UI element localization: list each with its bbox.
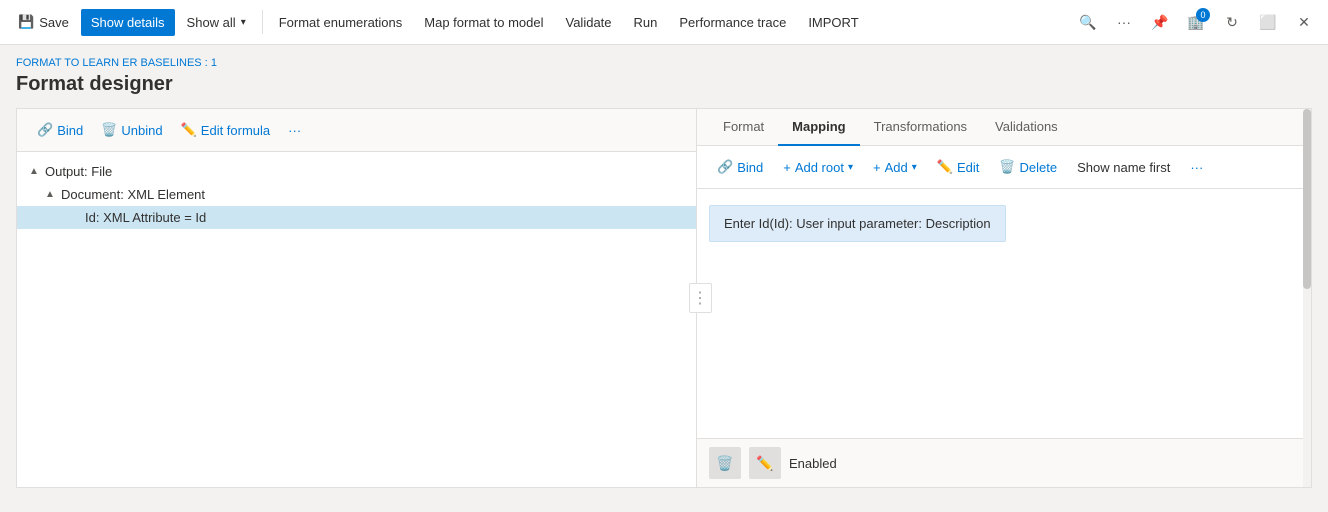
performance-trace-button[interactable]: Performance trace	[669, 9, 796, 36]
edit-formula-button[interactable]: ✏️ Edit formula	[173, 117, 279, 143]
add-root-chevron-icon: ▾	[848, 162, 853, 173]
collapse-arrow-icon: ▲	[29, 166, 41, 177]
plus-root-icon: +	[783, 160, 791, 175]
mapping-area: Enter Id(Id): User input parameter: Desc…	[697, 189, 1311, 438]
toolbar-right: 🔍 ··· 📌 🏢 0 ↻ ⬜ ✕	[1072, 6, 1320, 38]
pencil-icon: ✏️	[181, 122, 197, 138]
right-panel: Format Mapping Transformations Validatio…	[697, 109, 1311, 487]
save-icon: 💾	[18, 14, 34, 30]
main-layout: 🔗 Bind 🗑️ Unbind ✏️ Edit formula ···	[16, 108, 1312, 488]
plus-icon: +	[873, 160, 881, 175]
tree-item[interactable]: ▲ Document: XML Element	[17, 183, 696, 206]
edit-right-button[interactable]: ✏️ Edit	[929, 154, 988, 180]
add-button[interactable]: + Add ▾	[865, 155, 925, 180]
show-name-first-button[interactable]: Show name first	[1069, 155, 1178, 180]
format-enumerations-button[interactable]: Format enumerations	[269, 9, 413, 36]
scrollbar-thumb[interactable]	[1303, 109, 1311, 289]
add-root-button[interactable]: + Add root ▾	[775, 155, 861, 180]
left-more-button[interactable]: ···	[280, 118, 309, 143]
show-all-button[interactable]: Show all ▾	[177, 9, 256, 36]
panel-resize-handle[interactable]: ⋮	[689, 283, 712, 313]
tree-item-label: Output: File	[45, 164, 112, 179]
breadcrumb: FORMAT TO LEARN ER BASELINES : 1	[16, 57, 1312, 69]
bind-right-button[interactable]: 🔗 Bind	[709, 154, 771, 180]
pin-button[interactable]: 📌	[1144, 6, 1176, 38]
close-button[interactable]: ✕	[1288, 6, 1320, 38]
tree-item[interactable]: ▲ Output: File	[17, 160, 696, 183]
notification-badge: 0	[1196, 8, 1210, 22]
tab-format[interactable]: Format	[709, 109, 778, 146]
import-button[interactable]: IMPORT	[798, 9, 868, 36]
chevron-down-icon: ▾	[241, 17, 246, 28]
validate-button[interactable]: Validate	[556, 9, 622, 36]
pencil-bottom-icon: ✏️	[756, 455, 773, 472]
tab-mapping[interactable]: Mapping	[778, 109, 859, 146]
separator-1	[262, 10, 263, 34]
trash-icon: 🗑️	[999, 159, 1015, 175]
office-button[interactable]: 🏢 0	[1180, 6, 1212, 38]
left-toolbar: 🔗 Bind 🗑️ Unbind ✏️ Edit formula ···	[17, 109, 696, 152]
link-icon: 🔗	[37, 122, 53, 138]
refresh-button[interactable]: ↻	[1216, 6, 1248, 38]
delete-button[interactable]: 🗑️ Delete	[991, 154, 1065, 180]
run-button[interactable]: Run	[624, 9, 668, 36]
save-button[interactable]: 💾 Save	[8, 8, 79, 36]
bind-left-button[interactable]: 🔗 Bind	[29, 117, 91, 143]
drag-dots-icon: ⋮	[692, 288, 709, 308]
right-toolbar: 🔗 Bind + Add root ▾ + Add ▾ ✏️ Edit	[697, 146, 1311, 189]
tree-item-label: Document: XML Element	[61, 187, 205, 202]
tab-transformations[interactable]: Transformations	[860, 109, 981, 146]
page-title: Format designer	[16, 73, 1312, 96]
link-right-icon: 🔗	[717, 159, 733, 175]
collapse-arrow-icon: ▲	[45, 189, 57, 200]
bottom-area: 🗑️ ✏️ Enabled	[697, 438, 1311, 487]
restore-button[interactable]: ⬜	[1252, 6, 1284, 38]
unlink-icon: 🗑️	[101, 122, 117, 138]
pencil-right-icon: ✏️	[937, 159, 953, 175]
tree-item-label: Id: XML Attribute = Id	[85, 210, 206, 225]
add-chevron-icon: ▾	[912, 162, 917, 173]
edit-bottom-button[interactable]: ✏️	[749, 447, 781, 479]
tab-validations[interactable]: Validations	[981, 109, 1072, 146]
delete-bottom-button[interactable]: 🗑️	[709, 447, 741, 479]
scrollbar-track[interactable]	[1303, 109, 1311, 487]
tree-item-selected[interactable]: Id: XML Attribute = Id	[17, 206, 696, 229]
show-details-button[interactable]: Show details	[81, 9, 175, 36]
status-text: Enabled	[789, 456, 837, 471]
more-options-button[interactable]: ···	[1108, 6, 1140, 38]
right-more-button[interactable]: ···	[1182, 155, 1211, 180]
left-panel: 🔗 Bind 🗑️ Unbind ✏️ Edit formula ···	[17, 109, 697, 487]
search-button[interactable]: 🔍	[1072, 6, 1104, 38]
map-format-to-model-button[interactable]: Map format to model	[414, 9, 553, 36]
trash-bottom-icon: 🗑️	[716, 455, 733, 472]
main-toolbar: 💾 Save Show details Show all ▾ Format en…	[0, 0, 1328, 45]
tree-area: ▲ Output: File ▲ Document: XML Element I…	[17, 152, 696, 487]
unbind-button[interactable]: 🗑️ Unbind	[93, 117, 170, 143]
mapping-description: Enter Id(Id): User input parameter: Desc…	[709, 205, 1006, 242]
page-content: FORMAT TO LEARN ER BASELINES : 1 Format …	[0, 45, 1328, 500]
tabs: Format Mapping Transformations Validatio…	[697, 109, 1311, 146]
